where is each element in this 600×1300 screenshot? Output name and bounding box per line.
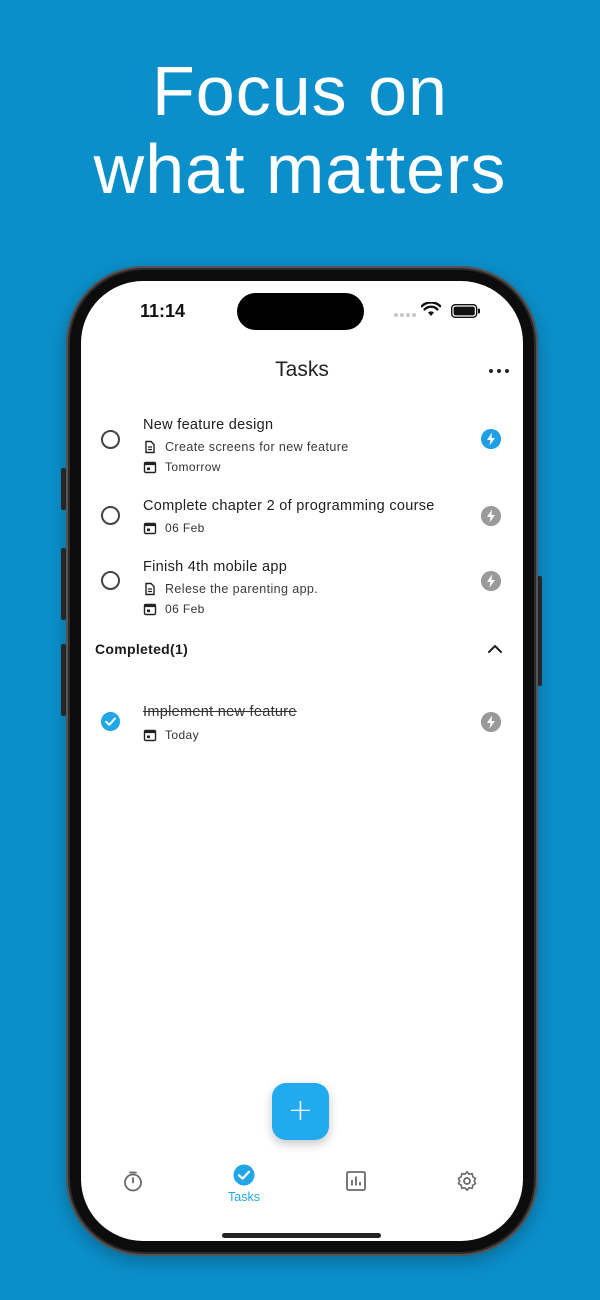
check-circle-icon [233, 1164, 255, 1186]
task-note: Relese the parenting app. [143, 581, 318, 597]
bar-chart-icon [346, 1171, 366, 1191]
calendar-icon [143, 603, 157, 616]
more-options-button[interactable] [487, 361, 511, 381]
task-due-date-text: Tomorrow [165, 460, 221, 474]
chevron-up-icon[interactable] [485, 641, 505, 657]
nav-item-timer[interactable] [103, 1166, 163, 1206]
page-title: Tasks [275, 358, 329, 381]
battery-icon [451, 304, 480, 318]
task-title: Complete chapter 2 of programming course [143, 498, 435, 514]
nav-item-stats[interactable] [326, 1166, 386, 1206]
task-checkbox[interactable] [101, 571, 120, 590]
task-title: New feature design [143, 417, 274, 433]
task-due-date-text: Today [165, 728, 200, 742]
task-item[interactable]: New feature design Create screens for ne… [81, 411, 523, 481]
status-time: 11:14 [140, 301, 186, 321]
task-due-date: 06 Feb [143, 520, 205, 536]
add-task-button[interactable]: + [272, 1083, 329, 1140]
nav-label-tasks: Tasks [228, 1190, 260, 1204]
task-note-text: Relese the parenting app. [165, 582, 319, 596]
priority-bolt-icon[interactable] [481, 506, 501, 526]
task-checkbox[interactable] [101, 506, 120, 525]
calendar-icon [143, 522, 157, 535]
checked-circle-icon[interactable] [101, 712, 120, 731]
completed-section-header[interactable]: Completed(1) [95, 641, 188, 657]
more-horizontal-icon [489, 369, 493, 373]
dynamic-island [237, 293, 364, 330]
task-due-date-text: 06 Feb [165, 521, 205, 535]
task-note: Create screens for new feature [143, 439, 349, 455]
headline-line-1: Focus on [152, 52, 448, 130]
task-due-date: Today [143, 727, 199, 743]
note-icon [145, 582, 155, 596]
cellular-signal-icon [394, 313, 416, 317]
app-screen: 11:14 Tasks New feature design Create sc… [81, 281, 523, 1241]
bottom-navigation: Tasks [81, 1164, 523, 1206]
promo-headline: Focus on what matters [0, 52, 600, 208]
timer-icon [124, 1171, 142, 1192]
priority-bolt-icon[interactable] [481, 571, 501, 591]
note-icon [145, 440, 155, 454]
task-item[interactable]: Complete chapter 2 of programming course… [81, 492, 523, 542]
gear-icon [457, 1171, 477, 1191]
headline-line-2: what matters [93, 130, 507, 208]
completed-task-item[interactable]: Implement new feature Today [81, 699, 523, 749]
task-due-date-text: 06 Feb [165, 602, 205, 616]
task-checkbox[interactable] [101, 430, 120, 449]
calendar-icon [143, 461, 157, 474]
home-indicator[interactable] [222, 1233, 381, 1238]
wifi-icon [421, 302, 441, 316]
task-item[interactable]: Finish 4th mobile app Relese the parenti… [81, 553, 523, 623]
nav-item-tasks[interactable]: Tasks [214, 1164, 274, 1206]
calendar-icon [143, 729, 157, 742]
task-title: Finish 4th mobile app [143, 559, 288, 575]
nav-item-settings[interactable] [437, 1166, 497, 1206]
task-title: Implement new feature [143, 704, 297, 720]
task-due-date: 06 Feb [143, 601, 205, 617]
task-due-date: Tomorrow [143, 459, 221, 475]
priority-bolt-icon[interactable] [481, 429, 501, 449]
task-note-text: Create screens for new feature [165, 440, 349, 454]
priority-bolt-icon[interactable] [481, 712, 501, 732]
